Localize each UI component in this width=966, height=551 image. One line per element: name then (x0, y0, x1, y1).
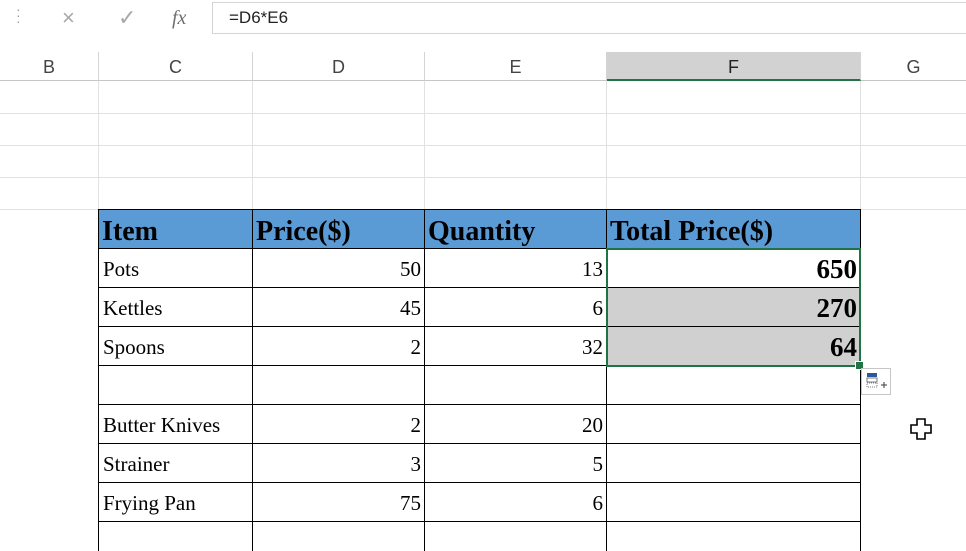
table-cell-price[interactable] (253, 366, 425, 405)
cancel-icon[interactable]: × (62, 2, 75, 34)
table-cell-item[interactable]: Butter Knives (99, 405, 253, 444)
table-cell-quantity[interactable]: 32 (425, 327, 607, 366)
table-cell-item[interactable]: Pots (99, 249, 253, 288)
selection-range[interactable] (606, 248, 861, 367)
table-cell-quantity[interactable]: 6 (425, 483, 607, 522)
quick-analysis-icon (866, 373, 887, 388)
table-cell-total[interactable] (607, 444, 861, 483)
quick-analysis-button[interactable] (861, 368, 891, 395)
column-header-c[interactable]: C (99, 52, 253, 81)
table-cell-item[interactable]: Kettles (99, 288, 253, 327)
table-cell-price[interactable]: 3 (253, 444, 425, 483)
table-cell-price[interactable]: 50 (253, 249, 425, 288)
table-cell-price[interactable]: 75 (253, 483, 425, 522)
table-cell-quantity[interactable]: 6 (425, 288, 607, 327)
table-cell-price[interactable]: 2 (253, 327, 425, 366)
column-header-d[interactable]: D (253, 52, 425, 81)
formula-buttons: × ✓ fx (44, 2, 208, 34)
table-cell-quantity[interactable]: 20 (425, 405, 607, 444)
table-header-total-price[interactable]: Total Price($) (607, 210, 861, 248)
column-header-b[interactable]: B (0, 52, 99, 81)
table-cell-item[interactable]: Strainer (99, 444, 253, 483)
formula-input[interactable]: =D6*E6 (212, 2, 966, 34)
table-cell-item[interactable]: Frying Pan (99, 483, 253, 522)
table-cell-quantity[interactable] (425, 366, 607, 405)
column-header-e[interactable]: E (425, 52, 607, 81)
table-cell-quantity[interactable]: 13 (425, 249, 607, 288)
table-cell-total[interactable] (607, 483, 861, 522)
formula-bar-grip-icon[interactable]: · · · (16, 2, 21, 28)
table-cell-total[interactable] (607, 366, 861, 405)
column-header-g[interactable]: G (861, 52, 966, 81)
table-cell-item[interactable] (99, 366, 253, 405)
formula-bar: · · · × ✓ fx =D6*E6 (0, 0, 966, 52)
table-cell-price[interactable]: 2 (253, 405, 425, 444)
table-cell-price[interactable]: 45 (253, 288, 425, 327)
table-header-item[interactable]: Item (99, 210, 253, 248)
column-header-f[interactable]: F (607, 52, 861, 81)
table-header-price[interactable]: Price($) (253, 210, 425, 248)
table-header-quantity[interactable]: Quantity (425, 210, 607, 248)
table-cell-item[interactable]: Spoons (99, 327, 253, 366)
table-cell-quantity[interactable]: 5 (425, 444, 607, 483)
cell-cursor-icon (910, 418, 932, 440)
enter-icon[interactable]: ✓ (118, 2, 136, 34)
insert-function-icon[interactable]: fx (172, 2, 186, 34)
table-cell-total[interactable] (607, 405, 861, 444)
